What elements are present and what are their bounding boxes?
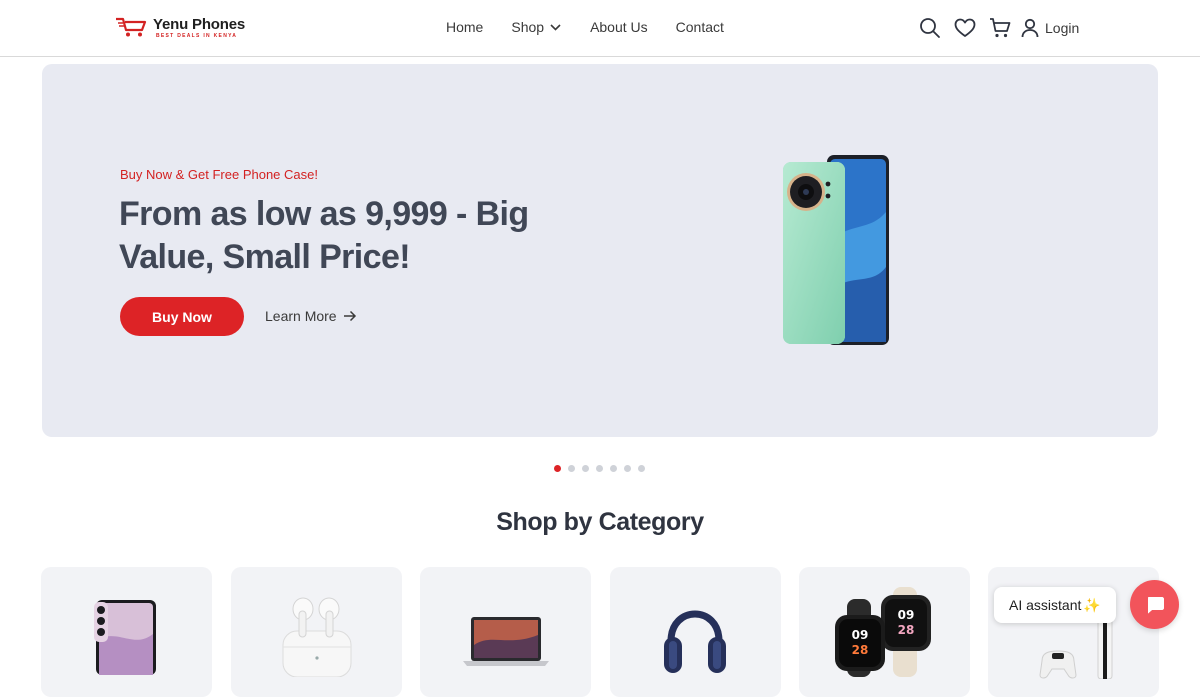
- smartphone-icon: [94, 600, 156, 675]
- earbuds-icon: [282, 597, 352, 677]
- svg-text:28: 28: [898, 623, 915, 637]
- nav-shop-label: Shop: [511, 19, 545, 35]
- chat-icon: [1147, 596, 1164, 613]
- learn-more-link[interactable]: Learn More: [265, 308, 357, 324]
- nav-contact[interactable]: Contact: [676, 19, 724, 35]
- nav-about-label: About Us: [590, 19, 648, 35]
- category-section-title: Shop by Category: [496, 508, 704, 536]
- svg-text:09: 09: [898, 608, 915, 622]
- category-card-headphones[interactable]: [610, 567, 781, 697]
- game-console-icon: [1039, 619, 1113, 679]
- smartwatch-icon: 09 28 09 28: [835, 587, 931, 677]
- headphones-icon: [664, 610, 726, 673]
- chevron-down-icon: [550, 23, 561, 31]
- phone-product-image: [783, 155, 889, 345]
- chat-button[interactable]: [1130, 580, 1179, 629]
- category-card-smartphones[interactable]: [41, 567, 212, 697]
- hero-banner: Buy Now & Get Free Phone Case! From as l…: [42, 64, 1158, 437]
- site-header: Yenu Phones BEST DEALS IN KENYA Home Sho…: [0, 0, 1200, 57]
- carousel-dot[interactable]: [596, 465, 603, 472]
- cart-icon[interactable]: [988, 16, 1012, 40]
- ai-assistant-label: AI assistant: [1009, 597, 1082, 613]
- arrow-right-icon: [343, 310, 356, 322]
- ai-assistant-bubble[interactable]: AI assistant ✨: [994, 587, 1116, 623]
- cart-logo-icon: [116, 17, 147, 37]
- login-label: Login: [1045, 20, 1080, 36]
- carousel-dot[interactable]: [568, 465, 575, 472]
- carousel-dot[interactable]: [638, 465, 645, 472]
- heart-icon[interactable]: [953, 16, 977, 40]
- svg-text:09: 09: [852, 628, 869, 642]
- nav-about-us[interactable]: About Us: [590, 19, 648, 35]
- carousel-dots: [554, 465, 652, 472]
- header-actions: Login: [918, 16, 1079, 40]
- search-icon[interactable]: [918, 16, 942, 40]
- svg-text:28: 28: [852, 643, 869, 657]
- nav-home-label: Home: [446, 19, 484, 35]
- user-icon: [1021, 18, 1039, 38]
- login-link[interactable]: Login: [1021, 18, 1079, 38]
- brand-logo[interactable]: Yenu Phones BEST DEALS IN KENYA: [115, 16, 245, 39]
- laptop-icon: [463, 617, 549, 666]
- category-card-laptops[interactable]: [420, 567, 591, 697]
- brand-tagline: BEST DEALS IN KENYA: [156, 33, 238, 39]
- sparkle-icon: ✨: [1083, 596, 1101, 613]
- hero-title: From as low as 9,999 - Big Value, Small …: [119, 195, 529, 276]
- nav-home[interactable]: Home: [446, 19, 483, 35]
- buy-now-button[interactable]: Buy Now: [120, 297, 244, 336]
- main-nav: Home Shop About Us Contact: [446, 19, 724, 35]
- nav-contact-label: Contact: [675, 19, 724, 35]
- hero-subtitle: Buy Now & Get Free Phone Case!: [120, 167, 318, 182]
- category-card-smartwatches[interactable]: 09 28 09 28: [799, 567, 970, 697]
- carousel-dot[interactable]: [554, 465, 561, 472]
- carousel-dot[interactable]: [624, 465, 631, 472]
- brand-name: Yenu Phones: [153, 16, 245, 33]
- learn-more-label: Learn More: [265, 308, 337, 324]
- carousel-dot[interactable]: [582, 465, 589, 472]
- nav-shop[interactable]: Shop: [511, 19, 561, 35]
- category-card-earbuds[interactable]: [231, 567, 402, 697]
- carousel-dot[interactable]: [610, 465, 617, 472]
